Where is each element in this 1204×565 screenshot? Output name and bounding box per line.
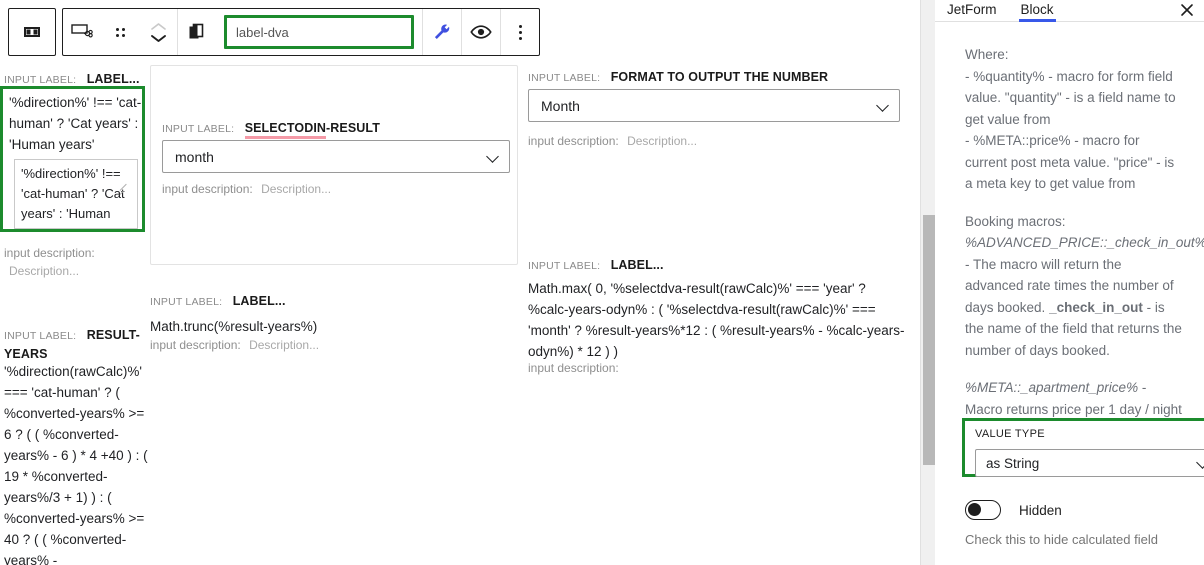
select-value: month (175, 148, 214, 165)
input-label-value-2: LABEL... (610, 258, 664, 272)
input-label-key-2: INPUT LABEL: (4, 330, 77, 342)
hidden-toggle[interactable] (965, 500, 1001, 520)
input-label-value-rest: -RESULT (326, 121, 380, 135)
block-toolbar (0, 0, 920, 64)
more-vertical-icon (518, 24, 522, 40)
third-column-label-row: INPUT LABEL: FORMAT TO OUTPUT THE NUMBER (528, 68, 828, 86)
more-options-button[interactable] (501, 9, 539, 55)
input-description-value: Description... (261, 182, 332, 196)
input-description-value: Description... (249, 338, 320, 352)
input-label-value: LABEL... (232, 294, 286, 308)
copy-icon (188, 23, 206, 41)
value-type-select[interactable]: as String (975, 449, 1204, 477)
duplicate-button[interactable] (178, 9, 216, 55)
third-column-label-row-2: INPUT LABEL: LABEL... (528, 256, 664, 274)
app-root: INPUT LABEL: LABEL... '%direction%' !== … (0, 0, 1204, 565)
hidden-toggle-row[interactable]: Hidden (965, 500, 1062, 520)
editor-canvas: INPUT LABEL: LABEL... '%direction%' !== … (0, 64, 920, 565)
check-in-out-field: _check_in_out (1049, 299, 1143, 315)
sidebar-panel: JetForm Block Where: - %quantity% - macr… (935, 0, 1204, 565)
tools-button[interactable] (423, 9, 461, 55)
help-paragraph-2: Booking macros: %ADVANCED_PRICE::_check_… (965, 211, 1204, 362)
sidebar-toggle-button[interactable] (8, 8, 56, 56)
sidebar-scrollbar-track[interactable] (922, 0, 936, 565)
toolbar-group (62, 8, 540, 56)
input-description-key: input description: (162, 182, 253, 196)
booking-macros-heading: Booking macros: (965, 213, 1066, 229)
input-label-value: FORMAT TO OUTPUT THE NUMBER (610, 70, 829, 84)
chevron-down-icon (487, 151, 498, 162)
drag-handle-icon (115, 27, 125, 37)
wrench-icon (432, 22, 452, 42)
advanced-price-macro: %ADVANCED_PRICE::_check_in_out% (965, 235, 1204, 250)
input-label-key: INPUT LABEL: (162, 123, 235, 135)
input-label-key: INPUT LABEL: (150, 296, 223, 308)
result-years-formula: '%direction(rawCalc)%' === 'cat-human' ?… (4, 364, 148, 565)
value-type-label: VALUE TYPE (975, 428, 1045, 440)
input-label-key: INPUT LABEL: (528, 72, 601, 84)
help-line-3: - %META::price% - macro for current post… (965, 133, 1175, 191)
highlighted-field-1[interactable]: '%direction%' !== 'cat-human' ? 'Cat yea… (0, 86, 145, 232)
tab-jetform[interactable]: JetForm (935, 2, 1009, 21)
close-icon[interactable] (1179, 2, 1195, 18)
input-description-value: Description... (9, 264, 80, 278)
input-description-value: Description... (627, 134, 698, 148)
math-max-formula: Math.max( 0, '%selectdva-result(rawCalc)… (528, 281, 905, 359)
input-label-key: INPUT LABEL: (4, 74, 77, 86)
third-column-description-2: input description: (528, 361, 619, 375)
selectodin-result-select[interactable]: month (162, 140, 510, 173)
columns-icon (22, 22, 42, 42)
math-trunc-formula: Math.trunc(%result-years%) (150, 319, 318, 334)
left-input-description: input description: Description... (4, 244, 144, 280)
input-label-key-2: INPUT LABEL: (528, 260, 601, 272)
input-description-key: input description: (150, 338, 241, 352)
card-input-description: input description: Description... (162, 182, 331, 196)
select-value: Month (541, 97, 580, 114)
field-formula-preview: '%direction%' !== 'cat-human' ? 'Cat yea… (9, 95, 142, 152)
chevron-down-icon (877, 100, 888, 111)
block-name-field-cell (216, 9, 422, 55)
drag-handle-button[interactable] (101, 9, 139, 55)
input-description-key: input description: (4, 246, 95, 260)
tab-block[interactable]: Block (1009, 2, 1066, 22)
help-paragraph-3: %META::_apartment_price% - Macro returns… (965, 377, 1183, 420)
chevron-down-icon[interactable] (150, 34, 167, 43)
chevron-down-icon (1197, 457, 1204, 468)
value-type-value: as String (986, 455, 1040, 471)
block-type-button[interactable] (63, 9, 101, 55)
settings-sidebar: JetForm Block Where: - %quantity% - macr… (920, 0, 1204, 565)
left-input-label-row-2: INPUT LABEL: RESULT-YEARS (4, 326, 150, 363)
apartment-price-macro: %META::_apartment_price% (965, 380, 1139, 395)
calculated-field-block-icon (70, 21, 94, 43)
chevron-up-icon[interactable] (150, 22, 167, 31)
preview-button[interactable] (462, 9, 500, 55)
help-line-1: Where: (965, 47, 1009, 62)
eye-icon (470, 24, 492, 40)
block-name-input[interactable] (224, 15, 414, 49)
help-line-2: - %quantity% - macro for form field valu… (965, 68, 1176, 127)
input-description-key-2: input description: (528, 361, 619, 375)
input-description-key: input description: (528, 134, 619, 148)
hidden-toggle-hint: Check this to hide calculated field (965, 532, 1158, 547)
middle-lower-label-row: INPUT LABEL: LABEL... (150, 292, 286, 310)
select-field-card: INPUT LABEL: SELECTODIN-RESULT month inp… (150, 65, 518, 265)
format-output-select[interactable]: Month (528, 89, 900, 122)
input-label-value: LABEL... (86, 72, 140, 86)
move-block-buttons[interactable] (139, 9, 177, 55)
sidebar-help-text: Where: - %quantity% - macro for form fie… (935, 22, 1204, 565)
third-column-description: input description: Description... (528, 134, 697, 148)
card-input-label-row: INPUT LABEL: SELECTODIN-RESULT (162, 119, 380, 139)
middle-lower-description: input description: Description... (150, 338, 319, 352)
help-paragraph-1: Where: - %quantity% - macro for form fie… (965, 44, 1183, 195)
input-label-value-underlined: SELECTODIN (244, 121, 327, 139)
sidebar-tabs: JetForm Block (935, 0, 1204, 22)
hidden-toggle-label: Hidden (1019, 502, 1062, 518)
value-type-highlight: VALUE TYPE as String (962, 418, 1204, 477)
formula-textarea[interactable] (14, 159, 138, 229)
